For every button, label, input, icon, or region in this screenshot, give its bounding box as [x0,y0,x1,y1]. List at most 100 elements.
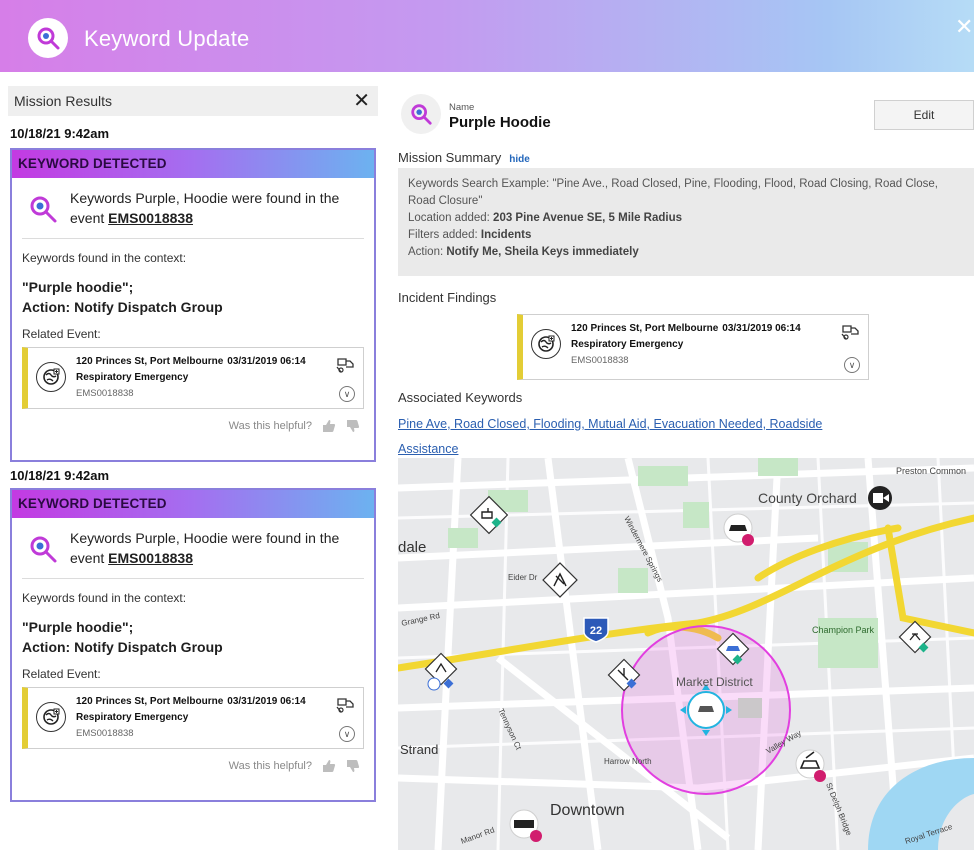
associated-keywords-title: Associated Keywords [398,390,523,405]
related-event-label: Related Event: [22,327,101,341]
event-address-text: 120 Princes St, Port Melbourne [76,356,224,367]
event-address-text: 120 Princes St, Port Melbourne [571,323,719,334]
related-event-label: Related Event: [22,667,101,681]
event-type: Respiratory Emergency [76,712,189,723]
context-label: Keywords found in the context: [22,591,187,605]
mission-results-header: Mission Results ✕ [8,86,378,116]
map-label: Eider Dr [508,573,538,582]
map-label: Market District [676,675,753,689]
event-address: 120 Princes St, Port Melbourne 03/31/2019… [76,696,306,707]
map-label: Downtown [550,802,625,819]
map-canvas[interactable]: 22 Preston Common County Orchard dale Wi… [398,458,974,850]
mission-results-title: Mission Results [14,93,113,109]
expand-chevron-icon[interactable]: ∨ [339,726,355,742]
related-event-card[interactable]: 120 Princes St, Port Melbourne 03/31/2019… [22,347,364,409]
map-label: Strand [400,742,438,757]
app-title: Keyword Update [84,26,250,51]
thumbs-down-icon[interactable] [346,419,360,433]
alert-timestamp: 10/18/21 9:42am [10,126,110,141]
keyword-search-icon [37,27,60,50]
event-type: Respiratory Emergency [571,339,684,350]
map-label: Champion Park [812,625,875,635]
camera-icon[interactable] [868,486,892,510]
expand-chevron-icon[interactable]: ∨ [339,386,355,402]
edit-button[interactable]: Edit [874,100,974,130]
helpful-question: Was this helpful? [228,760,312,772]
app-logo [28,18,68,58]
event-address: 120 Princes St, Port Melbourne 03/31/2019… [76,356,306,367]
map-label: Preston Common [896,466,966,476]
summary-action: Action: Notify Me, Sheila Keys immediate… [408,244,964,261]
keyword-detected-banner: KEYWORD DETECTED [12,490,374,518]
window-close-icon[interactable]: ✕ [955,16,973,38]
event-id-link[interactable]: EMS0018838 [108,550,193,566]
event-date: 03/31/2019 06:14 [227,356,306,367]
related-event-card[interactable]: 120 Princes St, Port Melbourne 03/31/2019… [22,687,364,749]
dispatch-unit-icon[interactable] [335,696,355,714]
keyword-alert-card[interactable]: KEYWORD DETECTED Keywords Purple, Hoodie… [10,148,376,462]
keyword-search-icon [30,536,57,563]
keyword-search-icon [411,104,432,125]
helpful-question: Was this helpful? [228,420,312,432]
mission-avatar [401,94,441,134]
close-results-icon[interactable]: ✕ [353,91,370,111]
thumbs-down-icon[interactable] [346,759,360,773]
event-id: EMS0018838 [76,728,134,739]
associated-keywords-links: Pine Ave, Road Closed, Flooding, Mutual … [398,412,838,462]
summary-location: Location added: 203 Pine Avenue SE, 5 Mi… [408,210,964,227]
event-address-text: 120 Princes St, Port Melbourne [76,696,224,707]
context-quote: "Purple hoodie"; [22,619,134,635]
helpful-feedback: Was this helpful? [22,409,364,441]
expand-chevron-icon[interactable]: ∨ [844,357,860,373]
mission-summary-heading: Mission Summary hide [398,150,530,165]
associated-keywords-link[interactable]: Pine Ave, Road Closed, Flooding, Mutual … [398,417,822,456]
keywords-found-text: Keywords Purple, Hoodie were found in th… [70,528,364,568]
finding-event-card[interactable]: 120 Princes St, Port Melbourne 03/31/2019… [517,314,869,380]
mission-detail-panel: Name Purple Hoodie Edit Mission Summary h… [395,72,974,850]
summary-action-label: Action: [408,246,447,258]
map-label: dale [398,539,426,556]
filters-label: Filters added: [408,229,481,241]
helpful-feedback: Was this helpful? [22,749,364,781]
context-action: Action: Notify Dispatch Group [22,639,364,655]
event-id: EMS0018838 [571,355,629,366]
hide-summary-link[interactable]: hide [509,154,530,165]
dispatch-unit-icon[interactable] [335,356,355,374]
thumbs-up-icon[interactable] [322,419,336,433]
keyword-search-icon [30,196,57,223]
event-id-link[interactable]: EMS0018838 [108,210,193,226]
context-label: Keywords found in the context: [22,251,187,265]
event-date: 03/31/2019 06:14 [722,323,801,334]
medical-globe-icon [36,702,66,732]
action-label: Action: [22,299,75,315]
incident-findings: 120 Princes St, Port Melbourne 03/31/2019… [517,314,869,380]
map-label: Harrow North [604,757,652,766]
mission-summary-box: Keywords Search Example: "Pine Ave., Roa… [398,168,974,276]
dispatch-unit-icon[interactable] [840,323,860,341]
incident-map[interactable]: 22 Preston Common County Orchard dale Wi… [398,458,974,850]
medical-globe-icon [531,329,561,359]
keywords-found-text: Keywords Purple, Hoodie were found in th… [70,188,364,228]
map-label: County Orchard [758,490,857,506]
event-type: Respiratory Emergency [76,372,189,383]
event-address: 120 Princes St, Port Melbourne 03/31/2019… [571,323,801,334]
summary-action-value: Notify Me, Sheila Keys immediately [446,246,639,258]
highway-shield: 22 [583,617,609,643]
event-date: 03/31/2019 06:14 [227,696,306,707]
filters-value: Incidents [480,229,532,241]
location-value: 203 Pine Avenue SE, 5 Mile Radius [493,212,683,224]
mission-summary-title: Mission Summary [398,150,502,165]
keyword-alert-card[interactable]: KEYWORD DETECTED Keywords Purple, Hoodie… [10,488,376,802]
action-value: Notify Dispatch Group [74,299,223,315]
alert-timestamp: 10/18/21 9:42am [10,468,110,483]
context-quote: "Purple hoodie"; [22,279,134,295]
summary-keywords: Keywords Search Example: "Pine Ave., Roa… [408,178,938,207]
keyword-detected-banner: KEYWORD DETECTED [12,150,374,178]
highway-number: 22 [590,625,602,637]
action-label: Action: [22,639,75,655]
action-value: Notify Dispatch Group [74,639,223,655]
mission-results-panel: Mission Results ✕ 10/18/21 9:42am KEYWOR… [0,72,380,850]
summary-filters: Filters added: Incidents [408,227,964,244]
thumbs-up-icon[interactable] [322,759,336,773]
mission-name-label: Name [449,102,475,113]
